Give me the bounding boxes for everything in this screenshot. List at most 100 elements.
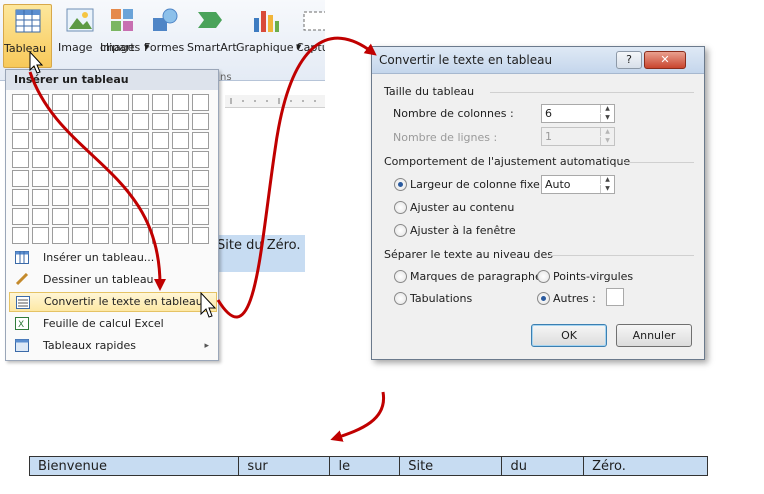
grid-cell[interactable]: [112, 170, 129, 187]
grid-cell[interactable]: [72, 170, 89, 187]
grid-cell[interactable]: [152, 113, 169, 130]
grid-cell[interactable]: [32, 189, 49, 206]
grid-cell[interactable]: [132, 189, 149, 206]
grid-cell[interactable]: [132, 170, 149, 187]
table-button[interactable]: Tableau: [3, 4, 52, 68]
chart-button[interactable]: Graphique: [236, 4, 294, 66]
grid-cell[interactable]: [32, 113, 49, 130]
grid-cell[interactable]: [52, 189, 69, 206]
close-button[interactable]: ✕: [644, 51, 686, 69]
grid-cell[interactable]: [192, 208, 209, 225]
grid-cell[interactable]: [12, 227, 29, 244]
grid-cell[interactable]: [32, 227, 49, 244]
grid-cell[interactable]: [112, 94, 129, 111]
grid-cell[interactable]: [112, 132, 129, 149]
grid-cell[interactable]: [12, 94, 29, 111]
grid-cell[interactable]: [72, 189, 89, 206]
grid-cell[interactable]: [152, 227, 169, 244]
grid-cell[interactable]: [192, 170, 209, 187]
grid-cell[interactable]: [112, 151, 129, 168]
grid-cell[interactable]: [12, 189, 29, 206]
grid-cell[interactable]: [172, 208, 189, 225]
other-separator-input[interactable]: [606, 288, 624, 306]
grid-cell[interactable]: [52, 94, 69, 111]
grid-cell[interactable]: [52, 132, 69, 149]
cancel-button[interactable]: Annuler: [616, 324, 692, 347]
grid-cell[interactable]: [132, 208, 149, 225]
spin-down-icon[interactable]: ▼: [600, 185, 614, 193]
grid-cell[interactable]: [112, 113, 129, 130]
grid-cell[interactable]: [172, 113, 189, 130]
grid-cell[interactable]: [192, 227, 209, 244]
grid-cell[interactable]: [192, 94, 209, 111]
grid-cell[interactable]: [132, 151, 149, 168]
grid-cell[interactable]: [12, 132, 29, 149]
smartart-button[interactable]: SmartArt: [187, 4, 237, 66]
grid-cell[interactable]: [72, 208, 89, 225]
radio-semicolons[interactable]: [537, 270, 550, 283]
grid-cell[interactable]: [12, 170, 29, 187]
grid-cell[interactable]: [152, 132, 169, 149]
grid-cell[interactable]: [92, 132, 109, 149]
grid-cell[interactable]: [12, 113, 29, 130]
grid-cell[interactable]: [52, 208, 69, 225]
menu-item-excel-sheet[interactable]: X Feuille de calcul Excel: [9, 314, 215, 334]
grid-cell[interactable]: [172, 94, 189, 111]
grid-cell[interactable]: [172, 227, 189, 244]
grid-cell[interactable]: [92, 189, 109, 206]
grid-cell[interactable]: [172, 132, 189, 149]
ok-button[interactable]: OK: [531, 324, 607, 347]
grid-cell[interactable]: [92, 227, 109, 244]
grid-cell[interactable]: [52, 227, 69, 244]
radio-fit-window[interactable]: [394, 224, 407, 237]
help-button[interactable]: ?: [616, 51, 642, 69]
grid-cell[interactable]: [152, 170, 169, 187]
grid-cell[interactable]: [92, 170, 109, 187]
menu-item-convert-text[interactable]: Convertir le texte en tableau...: [9, 292, 217, 312]
grid-cell[interactable]: [92, 208, 109, 225]
grid-cell[interactable]: [112, 208, 129, 225]
grid-cell[interactable]: [32, 94, 49, 111]
grid-cell[interactable]: [32, 151, 49, 168]
grid-cell[interactable]: [72, 227, 89, 244]
grid-cell[interactable]: [132, 113, 149, 130]
grid-cell[interactable]: [12, 151, 29, 168]
grid-cell[interactable]: [172, 170, 189, 187]
grid-cell[interactable]: [72, 113, 89, 130]
radio-fixed-width[interactable]: [394, 178, 407, 191]
spin-down-icon[interactable]: ▼: [600, 114, 614, 122]
fixed-width-stepper[interactable]: Auto ▲ ▼: [541, 175, 615, 194]
menu-item-insert-table[interactable]: Insérer un tableau...: [9, 248, 215, 268]
spin-up-icon[interactable]: ▲: [600, 105, 614, 113]
grid-cell[interactable]: [32, 170, 49, 187]
grid-cell[interactable]: [172, 189, 189, 206]
image-button[interactable]: Image: [58, 4, 102, 66]
grid-cell[interactable]: [152, 94, 169, 111]
menu-item-draw-table[interactable]: Dessiner un tableau: [9, 270, 215, 290]
grid-cell[interactable]: [72, 94, 89, 111]
grid-cell[interactable]: [192, 151, 209, 168]
spin-up-icon[interactable]: ▲: [600, 176, 614, 184]
grid-cell[interactable]: [192, 189, 209, 206]
grid-cell[interactable]: [132, 132, 149, 149]
grid-cell[interactable]: [112, 227, 129, 244]
radio-tabs[interactable]: [394, 292, 407, 305]
grid-cell[interactable]: [92, 94, 109, 111]
grid-cell[interactable]: [132, 94, 149, 111]
grid-cell[interactable]: [172, 151, 189, 168]
grid-cell[interactable]: [52, 113, 69, 130]
grid-cell[interactable]: [152, 151, 169, 168]
screenshot-button[interactable]: Captu ▼: [296, 4, 325, 66]
grid-cell[interactable]: [192, 132, 209, 149]
radio-other[interactable]: [537, 292, 550, 305]
grid-cell[interactable]: [192, 113, 209, 130]
grid-cell[interactable]: [72, 132, 89, 149]
grid-cell[interactable]: [52, 151, 69, 168]
columns-stepper[interactable]: 6 ▲ ▼: [541, 104, 615, 123]
grid-cell[interactable]: [112, 189, 129, 206]
grid-cell[interactable]: [32, 132, 49, 149]
radio-fit-contents[interactable]: [394, 201, 407, 214]
grid-cell[interactable]: [92, 151, 109, 168]
grid-cell[interactable]: [12, 208, 29, 225]
shapes-button[interactable]: Formes ▼: [144, 4, 186, 66]
